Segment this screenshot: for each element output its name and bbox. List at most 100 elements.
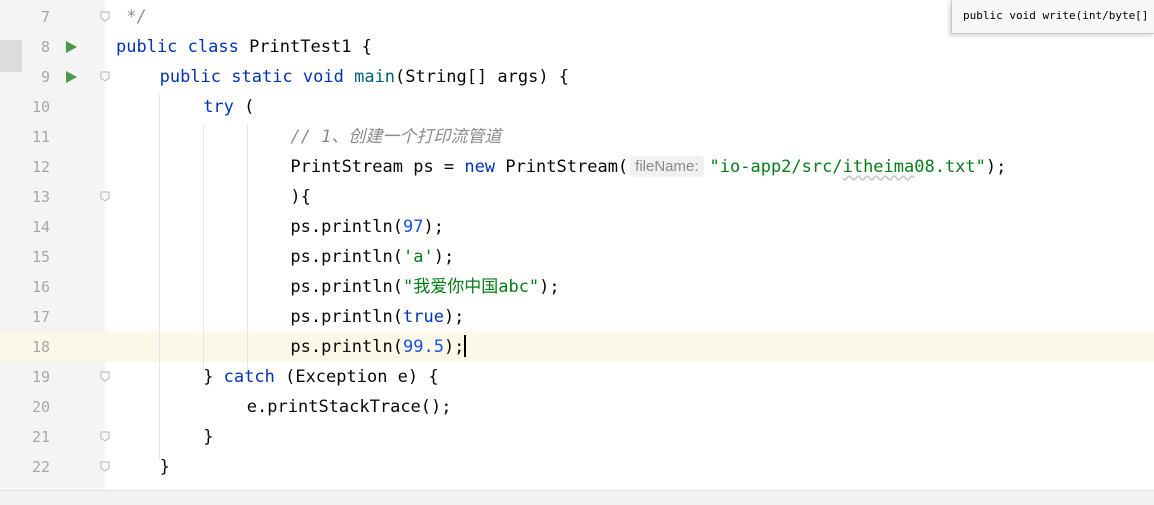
line-number: 20	[31, 398, 50, 416]
gutter-cell	[0, 362, 105, 392]
code-token: ps.println(	[290, 277, 403, 297]
code-text: public class PrintTest1 {	[116, 32, 372, 62]
gutter-cell	[0, 32, 105, 62]
code-line[interactable]: 18 ps.println(99.5);	[0, 332, 1154, 362]
code-token: 97	[402, 217, 424, 237]
code-token: ps.println(	[290, 307, 403, 327]
gutter-cell	[0, 92, 105, 122]
horizontal-scrollbar[interactable]	[0, 490, 1154, 505]
code-text: ){	[290, 182, 310, 212]
line-number: 11	[31, 128, 50, 146]
code-token: "io-app2/src/	[709, 157, 843, 177]
code-area	[105, 122, 1154, 152]
code-token: ){	[290, 187, 311, 207]
code-token: true	[402, 307, 444, 327]
line-number: 10	[31, 98, 50, 116]
parameter-info-popup: public void write(int/byte[]	[951, 0, 1154, 34]
code-line[interactable]: 15 ps.println('a');	[0, 242, 1154, 272]
code-token: public	[116, 37, 188, 57]
code-text: }	[160, 452, 170, 482]
code-text: */	[116, 2, 147, 32]
code-editor[interactable]: 7 */ 8 public class PrintTest1 { 9 public st…	[0, 0, 1154, 490]
code-area	[105, 182, 1154, 212]
code-line[interactable]: 22}	[0, 452, 1154, 482]
code-area	[105, 452, 1154, 482]
run-icon[interactable]	[66, 71, 77, 83]
parameter-info-text: public void write(int/byte[]	[963, 9, 1149, 22]
line-number: 7	[40, 8, 50, 26]
code-token: );	[423, 217, 444, 237]
fold-icon[interactable]	[100, 191, 110, 202]
gutter-cell	[0, 392, 105, 422]
code-line[interactable]: 12 PrintStream ps = new PrintStream(fileN…	[0, 152, 1154, 182]
code-line[interactable]: 11 // 1、创建一个打印流管道	[0, 122, 1154, 152]
fold-icon[interactable]	[100, 11, 110, 22]
code-token: );	[443, 337, 465, 357]
code-area	[105, 422, 1154, 452]
code-line[interactable]: 13){	[0, 182, 1154, 212]
fold-icon[interactable]	[100, 431, 110, 442]
gutter-cell	[0, 62, 105, 92]
code-token: );	[985, 157, 1007, 177]
code-token: );	[539, 277, 560, 297]
gutter-cell	[0, 152, 105, 182]
code-line[interactable]: 19} catch (Exception e) {	[0, 362, 1154, 392]
fold-icon[interactable]	[100, 371, 110, 382]
code-token: static	[231, 67, 303, 87]
code-line[interactable]: 20 e.printStackTrace();	[0, 392, 1154, 422]
code-line[interactable]: 14 ps.println(97);	[0, 212, 1154, 242]
code-line[interactable]: 17 ps.println(true);	[0, 302, 1154, 332]
code-token: PrintTest1 {	[249, 37, 372, 57]
code-area	[105, 242, 1154, 272]
code-token: void	[302, 67, 355, 87]
code-token: public	[159, 67, 232, 87]
gutter-cell	[0, 332, 105, 362]
code-token: ps.println(	[290, 337, 403, 357]
code-text: // 1、创建一个打印流管道	[290, 122, 501, 152]
code-token: );	[433, 247, 455, 267]
line-number: 8	[40, 38, 50, 56]
code-token: */	[116, 7, 147, 27]
line-number: 16	[31, 278, 50, 296]
code-text: try (	[203, 92, 254, 122]
code-text: ps.println("我爱你中国abc");	[290, 272, 559, 302]
code-text: PrintStream ps = new PrintStream(fileNam…	[290, 152, 1006, 182]
run-icon[interactable]	[66, 41, 77, 53]
gutter-cell	[0, 302, 105, 332]
fold-icon[interactable]	[100, 71, 110, 82]
gutter-cell	[0, 242, 105, 272]
code-text: e.printStackTrace();	[247, 392, 452, 422]
code-line[interactable]: 10 try (	[0, 92, 1154, 122]
fold-icon[interactable]	[100, 461, 110, 472]
code-text: ps.println(97);	[290, 212, 444, 242]
line-number: 18	[31, 338, 50, 356]
line-number: 14	[31, 218, 50, 236]
code-token: 08.txt"	[914, 157, 986, 177]
code-token: class	[187, 37, 250, 57]
code-text: } catch (Exception e) {	[203, 362, 438, 392]
code-token: PrintStream(	[505, 157, 629, 177]
code-text: ps.println(true);	[290, 302, 464, 332]
code-token: main	[354, 67, 396, 87]
code-token: "我爱你中国abc"	[402, 277, 540, 297]
code-token: try	[203, 97, 245, 117]
indent-guide	[203, 124, 204, 370]
gutter-cell	[0, 422, 105, 452]
line-number: 17	[31, 308, 50, 326]
gutter-cell	[0, 212, 105, 242]
code-token: 99.5	[402, 337, 444, 357]
gutter-cell	[0, 182, 105, 212]
gutter-cell	[0, 272, 105, 302]
line-number: 9	[40, 68, 50, 86]
code-text: ps.println(99.5);	[290, 332, 467, 362]
code-token: PrintStream ps =	[290, 157, 465, 177]
code-line[interactable]: 21}	[0, 422, 1154, 452]
code-line[interactable]: 8 public class PrintTest1 {	[0, 32, 1154, 62]
code-token: }	[159, 457, 170, 477]
code-token: e.printStackTrace();	[246, 397, 452, 417]
code-line[interactable]: 16 ps.println("我爱你中国abc");	[0, 272, 1154, 302]
code-token: (	[244, 97, 255, 117]
code-token: 'a'	[402, 247, 434, 267]
text-caret	[464, 335, 467, 357]
code-line[interactable]: 9 public static void main(String[] args) …	[0, 62, 1154, 92]
